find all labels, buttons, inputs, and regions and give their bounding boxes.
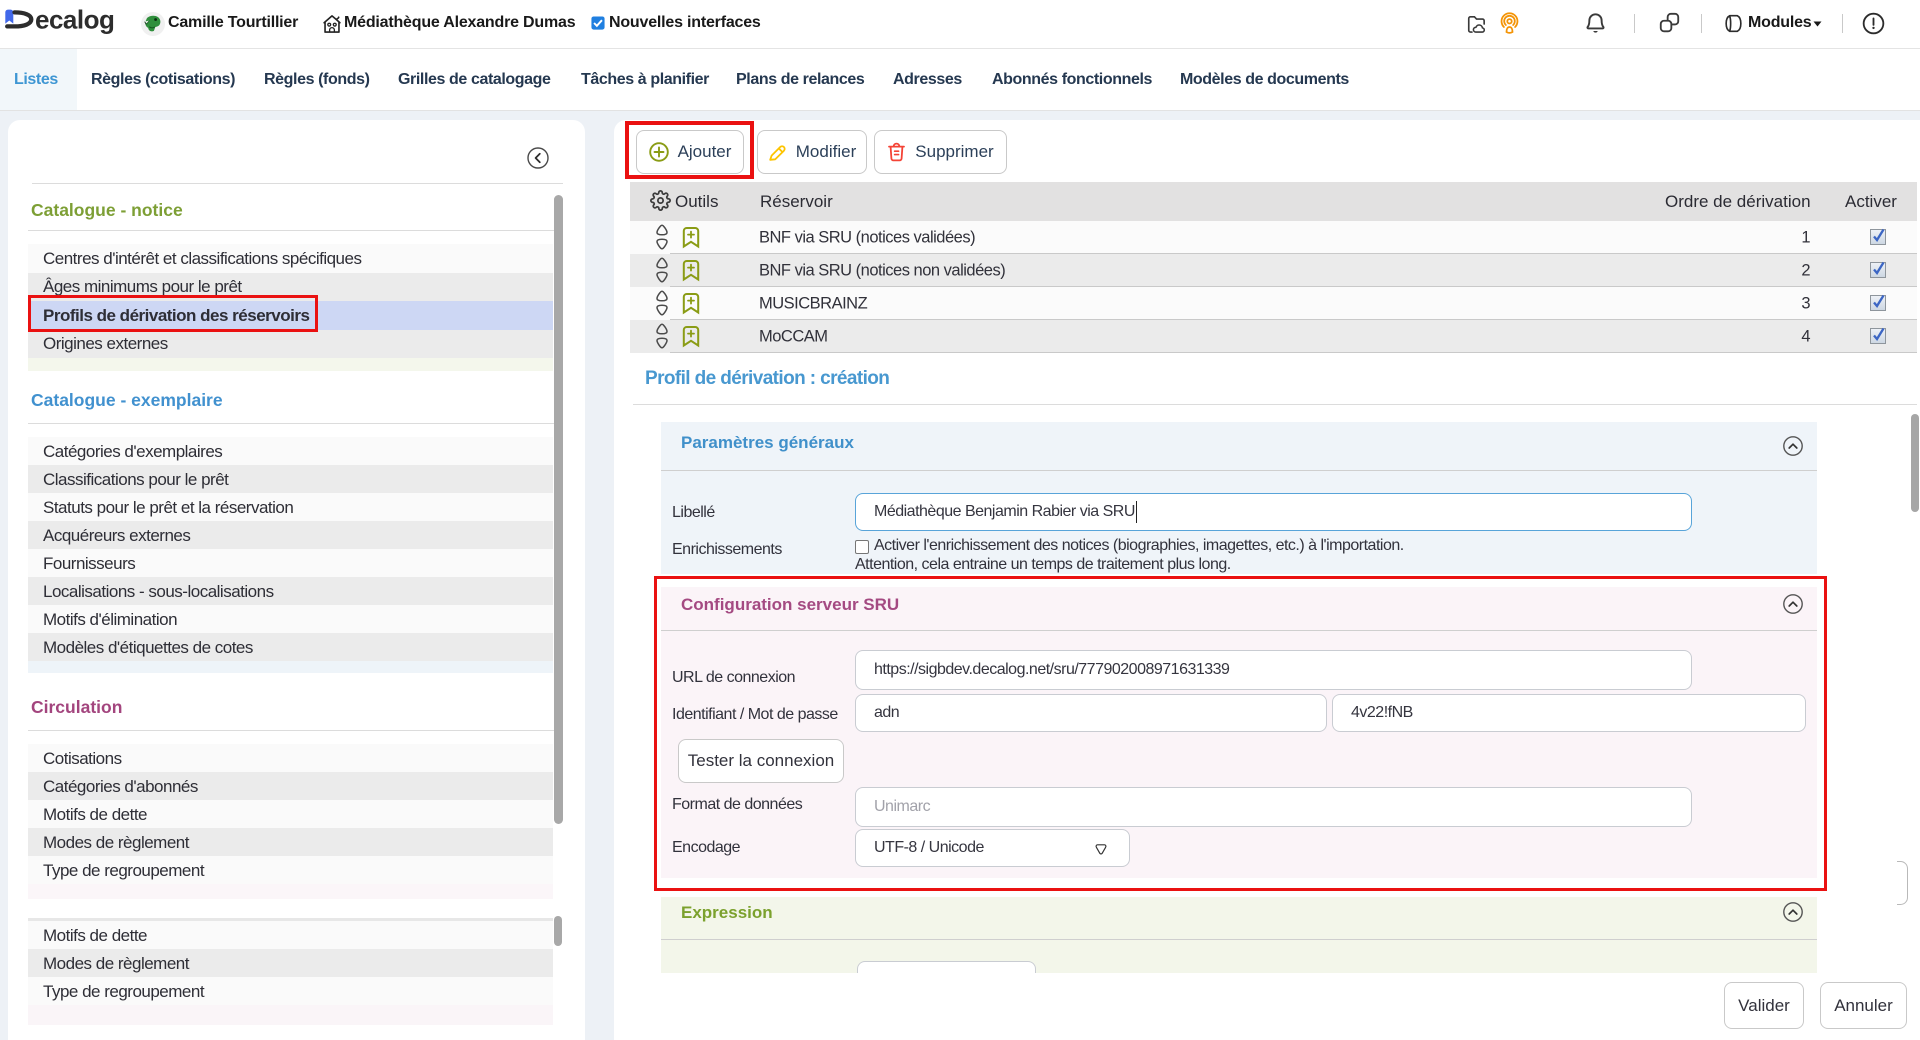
svg-text:ecalog: ecalog	[35, 5, 114, 35]
